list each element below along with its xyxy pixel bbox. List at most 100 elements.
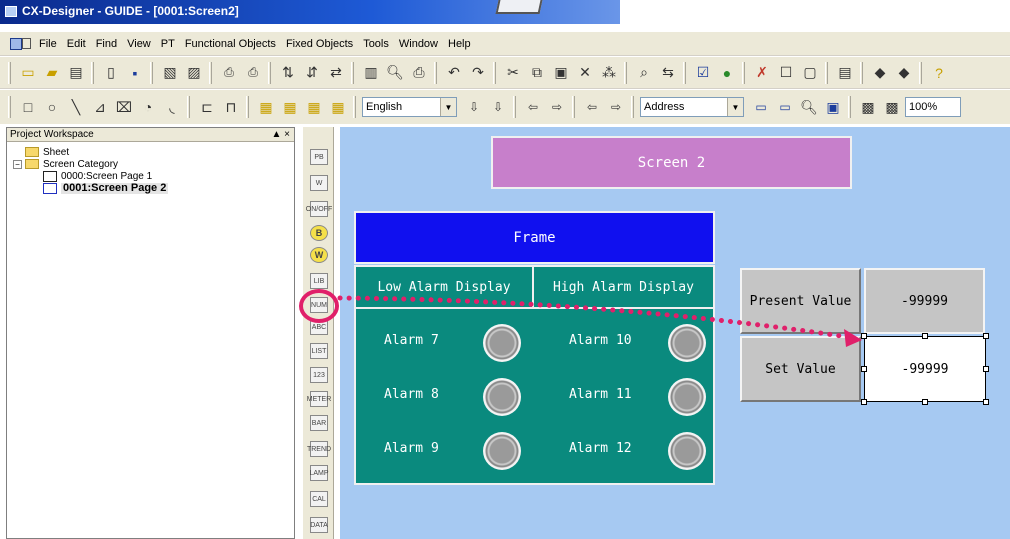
help-icon[interactable]: ? [928, 62, 950, 84]
resize-handle[interactable] [861, 399, 867, 405]
level-meter-icon[interactable]: BAR [310, 415, 328, 431]
grid-icon[interactable]: ▩ [857, 96, 879, 118]
present-value-display[interactable]: -99999 [864, 268, 985, 334]
menu-functional-objects[interactable]: Functional Objects [180, 38, 281, 50]
address-select[interactable]: Address ▼ [640, 97, 744, 117]
tree-item-sheet[interactable]: Sheet [13, 146, 293, 158]
resize-handle[interactable] [861, 333, 867, 339]
resize-handle[interactable] [983, 333, 989, 339]
alarm-event-icon[interactable]: CAL [310, 491, 328, 507]
find-icon[interactable]: ⌕ [633, 62, 655, 84]
properties-icon[interactable]: ▤ [834, 62, 856, 84]
validate-icon[interactable]: ☑ [692, 62, 714, 84]
polyline-icon[interactable]: ⊿ [89, 96, 111, 118]
document-icon[interactable] [10, 37, 32, 50]
alarm-panel[interactable]: Low Alarm Display High Alarm Display Ala… [354, 265, 715, 485]
data-block-icon[interactable]: DATA [310, 517, 328, 533]
paste-icon[interactable]: ▣ [550, 62, 572, 84]
alarm-lamp-icon[interactable] [668, 432, 706, 470]
set-value-input[interactable]: -99999 [864, 336, 986, 402]
tree-item-screen-category[interactable]: − Screen Category [13, 158, 293, 170]
menu-tools[interactable]: Tools [358, 38, 394, 50]
chevron-down-icon[interactable]: ▼ [440, 98, 456, 116]
toolbar-grip[interactable] [8, 96, 11, 118]
grid-snap-icon[interactable]: ▩ [881, 96, 903, 118]
screen-settings-icon[interactable]: ▧ [159, 62, 181, 84]
present-value-label-button[interactable]: Present Value [740, 268, 861, 334]
alarm-lamp-icon[interactable] [668, 324, 706, 362]
library-object-icon[interactable]: LIB [310, 273, 328, 289]
tree-item-screen-page-1[interactable]: 0000:Screen Page 1 [13, 170, 293, 182]
alarm-lamp-icon[interactable] [483, 324, 521, 362]
transfer-settings-icon[interactable]: ⇄ [325, 62, 347, 84]
menu-file[interactable]: File [34, 38, 62, 50]
transfer-to-pt-icon[interactable]: ⇅ [277, 62, 299, 84]
alarm-lamp-icon[interactable] [483, 432, 521, 470]
rectangle-icon[interactable]: □ [17, 96, 39, 118]
resize-handle[interactable] [922, 399, 928, 405]
frame-object[interactable]: Frame [354, 211, 715, 264]
multiple-copy-icon[interactable]: ⁂ [598, 62, 620, 84]
list-icon[interactable]: ▢ [799, 62, 821, 84]
set-value-label-button[interactable]: Set Value [740, 336, 861, 402]
screen-copy-icon[interactable]: ▨ [183, 62, 205, 84]
word-lamp-icon[interactable]: W [310, 247, 328, 263]
menu-find[interactable]: Find [91, 38, 122, 50]
zoom-select[interactable]: 100% [905, 97, 961, 117]
new-project-icon[interactable]: ▭ [17, 62, 39, 84]
collapse-icon[interactable]: − [13, 159, 22, 169]
alarm-lamp-icon[interactable] [668, 378, 706, 416]
back-icon[interactable]: ◆ [869, 62, 891, 84]
resize-handle[interactable] [922, 333, 928, 339]
chevron-down-icon[interactable]: ▼ [727, 98, 743, 116]
align-top-icon[interactable]: ⊓ [220, 96, 242, 118]
page-prev-icon[interactable]: ⇦ [522, 96, 544, 118]
align-left-icon[interactable]: ⊏ [196, 96, 218, 118]
zoom-icon[interactable]: 🔍︎ [798, 96, 820, 118]
polygon-icon[interactable]: ⌧ [113, 96, 135, 118]
page-next-icon[interactable]: ⇨ [546, 96, 568, 118]
redo-icon[interactable]: ↷ [467, 62, 489, 84]
frame-prev-icon[interactable]: ⇦ [581, 96, 603, 118]
list-selection-icon[interactable]: LIST [310, 343, 328, 359]
save-icon[interactable]: ▪ [124, 62, 146, 84]
on-off-button-icon[interactable]: ON/OFF [306, 201, 332, 217]
select-mode-icon[interactable]: ▣ [822, 96, 844, 118]
workspace-controls[interactable]: ▲ × [271, 128, 290, 141]
cut-icon[interactable]: ✂ [502, 62, 524, 84]
resize-handle[interactable] [861, 366, 867, 372]
frame-next-icon[interactable]: ⇨ [605, 96, 627, 118]
test-icon[interactable]: ● [716, 62, 738, 84]
label-switch-next-icon[interactable]: ⇩ [487, 96, 509, 118]
resize-handle[interactable] [983, 366, 989, 372]
label-switch-icon[interactable]: ⇩ [463, 96, 485, 118]
circle-icon[interactable]: ○ [41, 96, 63, 118]
thumbwheel-icon[interactable]: 123 [310, 367, 328, 383]
screen-title-label[interactable]: Screen 2 [491, 136, 852, 189]
library-icon[interactable]: ▤ [65, 62, 87, 84]
line-icon[interactable]: ╲ [65, 96, 87, 118]
check-icon[interactable]: ☐ [775, 62, 797, 84]
print-preview-icon[interactable]: 🔍︎ [384, 62, 406, 84]
forward-icon[interactable]: ◆ [893, 62, 915, 84]
csv-export-icon[interactable]: ⎙ [242, 62, 264, 84]
id-display-icon[interactable]: ▭ [774, 96, 796, 118]
menu-fixed-objects[interactable]: Fixed Objects [281, 38, 358, 50]
push-button-icon[interactable]: PB [310, 149, 328, 165]
menu-pt[interactable]: PT [156, 38, 180, 50]
replace-icon[interactable]: ⇆ [657, 62, 679, 84]
group-icon[interactable]: ▦ [303, 96, 325, 118]
menu-edit[interactable]: Edit [62, 38, 91, 50]
undo-icon[interactable]: ↶ [443, 62, 465, 84]
alarm-lamp-icon[interactable] [483, 378, 521, 416]
menu-help[interactable]: Help [443, 38, 476, 50]
csv-import-icon[interactable]: ⎙ [218, 62, 240, 84]
bring-front-icon[interactable]: ▦ [255, 96, 277, 118]
data-log-graph-icon[interactable]: LAMP [309, 465, 329, 481]
tools-icon[interactable]: ✗ [751, 62, 773, 84]
ungroup-icon[interactable]: ▦ [327, 96, 349, 118]
sector-icon[interactable]: ◔ [137, 96, 159, 118]
tree-item-screen-page-2[interactable]: 0001:Screen Page 2 [13, 182, 293, 194]
menu-window[interactable]: Window [394, 38, 443, 50]
resize-handle[interactable] [983, 399, 989, 405]
